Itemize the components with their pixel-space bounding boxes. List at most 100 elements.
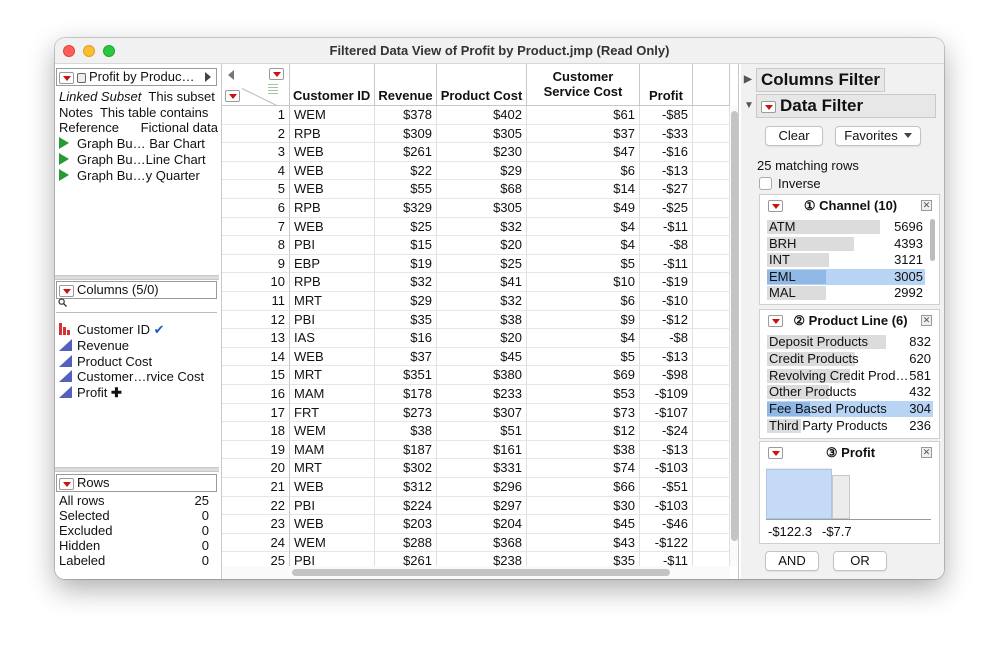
rows-menu-red-triangle-icon[interactable] [59, 477, 74, 490]
table-cell[interactable] [693, 161, 730, 181]
table-cell[interactable]: WEB [290, 515, 375, 534]
table-cell[interactable] [693, 347, 730, 367]
column-item-customer-id[interactable]: Customer ID ✔ [59, 322, 165, 337]
table-cell[interactable]: $307 [437, 403, 527, 423]
table-cell[interactable]: -$85 [640, 106, 693, 125]
row-number[interactable]: 5 [222, 180, 290, 199]
columns-menu-red-triangle-icon[interactable] [59, 284, 74, 297]
table-cell[interactable]: $305 [437, 124, 527, 144]
product-line-level-item[interactable]: Third Party Products 236 [767, 418, 933, 434]
table-cell[interactable]: $45 [527, 515, 640, 534]
table-row[interactable]: 4 WEB $22 $29 $6 -$13 [222, 161, 730, 181]
table-cell[interactable]: $187 [375, 440, 437, 460]
table-cell[interactable]: $351 [375, 366, 437, 385]
row-number[interactable]: 3 [222, 143, 290, 162]
table-prop-reference[interactable]: Reference Fictional data [59, 120, 218, 135]
table-cell[interactable]: PBI [290, 236, 375, 255]
table-cell[interactable]: $6 [527, 292, 640, 311]
table-cell[interactable]: -$27 [640, 180, 693, 199]
row-number[interactable]: 2 [222, 124, 290, 144]
and-button[interactable]: AND [765, 551, 819, 571]
table-cell[interactable]: $296 [437, 478, 527, 497]
table-row[interactable]: 23 WEB $203 $204 $45 -$46 [222, 515, 730, 534]
table-row[interactable]: 12 PBI $35 $38 $9 -$12 [222, 310, 730, 330]
collapse-left-icon[interactable] [228, 70, 234, 80]
table-cell[interactable]: IAS [290, 329, 375, 348]
disclosure-down-icon[interactable]: ▼ [744, 95, 756, 117]
table-cell[interactable]: WEB [290, 180, 375, 199]
table-row[interactable]: 5 WEB $55 $68 $14 -$27 [222, 180, 730, 199]
table-cell[interactable]: $302 [375, 459, 437, 478]
table-cell[interactable]: PBI [290, 310, 375, 330]
table-cell[interactable]: WEB [290, 143, 375, 162]
row-number[interactable]: 10 [222, 273, 290, 292]
close-icon[interactable]: ✕ [921, 315, 932, 326]
table-cell[interactable] [693, 403, 730, 423]
table-cell[interactable] [693, 366, 730, 385]
product-line-level-item[interactable]: Deposit Products 832 [767, 334, 933, 350]
table-row[interactable]: 22 PBI $224 $297 $30 -$103 [222, 496, 730, 516]
table-row[interactable]: 14 WEB $37 $45 $5 -$13 [222, 347, 730, 367]
play-arrow-icon[interactable] [205, 72, 211, 82]
row-number[interactable]: 7 [222, 217, 290, 237]
table-cell[interactable] [693, 496, 730, 516]
row-number[interactable]: 22 [222, 496, 290, 516]
table-cell[interactable]: $261 [375, 143, 437, 162]
rows-hidden[interactable]: Hidden 0 [59, 538, 209, 553]
row-number[interactable]: 21 [222, 478, 290, 497]
play-script-icon[interactable] [59, 153, 69, 165]
table-cell[interactable]: -$33 [640, 124, 693, 144]
table-cell[interactable]: $4 [527, 217, 640, 237]
panel-splitter[interactable] [55, 275, 219, 280]
table-cell[interactable]: PBI [290, 496, 375, 516]
table-row[interactable]: 11 MRT $29 $32 $6 -$10 [222, 292, 730, 311]
table-cell[interactable]: $230 [437, 143, 527, 162]
table-cell[interactable]: $203 [375, 515, 437, 534]
table-cell[interactable]: $5 [527, 254, 640, 274]
table-cell[interactable]: RPB [290, 124, 375, 144]
table-cell[interactable]: $38 [375, 422, 437, 441]
rows-excluded[interactable]: Excluded 0 [59, 523, 209, 538]
table-cell[interactable] [693, 459, 730, 478]
data-filter-header[interactable]: ▼ Data Filter [744, 94, 936, 118]
table-cell[interactable]: $37 [375, 347, 437, 367]
table-prop-notes[interactable]: Notes This table contains [59, 105, 208, 120]
table-cell[interactable]: $22 [375, 161, 437, 181]
table-cell[interactable]: $5 [527, 347, 640, 367]
table-cell[interactable] [693, 533, 730, 553]
table-cell[interactable]: $20 [437, 236, 527, 255]
column-item-revenue[interactable]: Revenue [59, 338, 129, 353]
table-cell[interactable]: $178 [375, 385, 437, 404]
table-cell[interactable] [693, 273, 730, 292]
channel-level-item[interactable]: EML 3005 [767, 268, 925, 285]
table-cell[interactable]: $288 [375, 533, 437, 553]
table-cell[interactable] [693, 180, 730, 199]
close-window-button[interactable] [63, 45, 75, 57]
table-cell[interactable]: $378 [375, 106, 437, 125]
table-cell[interactable]: $29 [375, 292, 437, 311]
table-cell[interactable] [693, 292, 730, 311]
table-cell[interactable] [693, 254, 730, 274]
column-header-product-cost[interactable]: Product Cost [437, 64, 527, 106]
table-cell[interactable]: MRT [290, 459, 375, 478]
table-cell[interactable]: $38 [527, 440, 640, 460]
row-number[interactable]: 13 [222, 329, 290, 348]
table-cell[interactable]: $29 [437, 161, 527, 181]
table-cell[interactable]: $273 [375, 403, 437, 423]
table-cell[interactable] [693, 478, 730, 497]
table-cell[interactable]: -$12 [640, 310, 693, 330]
table-cell[interactable]: RPB [290, 273, 375, 292]
table-cell[interactable]: $368 [437, 533, 527, 553]
table-cell[interactable]: -$8 [640, 236, 693, 255]
column-item-product-cost[interactable]: Product Cost [59, 354, 152, 369]
table-row[interactable]: 19 MAM $187 $161 $38 -$13 [222, 440, 730, 460]
table-cell[interactable] [693, 440, 730, 460]
column-header-profit[interactable]: Profit [640, 64, 693, 106]
table-cell[interactable] [693, 143, 730, 162]
table-cell[interactable]: $30 [527, 496, 640, 516]
table-cell[interactable] [693, 515, 730, 534]
table-row[interactable]: 10 RPB $32 $41 $10 -$19 [222, 273, 730, 292]
disclosure-right-icon[interactable]: ▶ [744, 69, 756, 91]
table-row[interactable]: 21 WEB $312 $296 $66 -$51 [222, 478, 730, 497]
row-number[interactable]: 8 [222, 236, 290, 255]
